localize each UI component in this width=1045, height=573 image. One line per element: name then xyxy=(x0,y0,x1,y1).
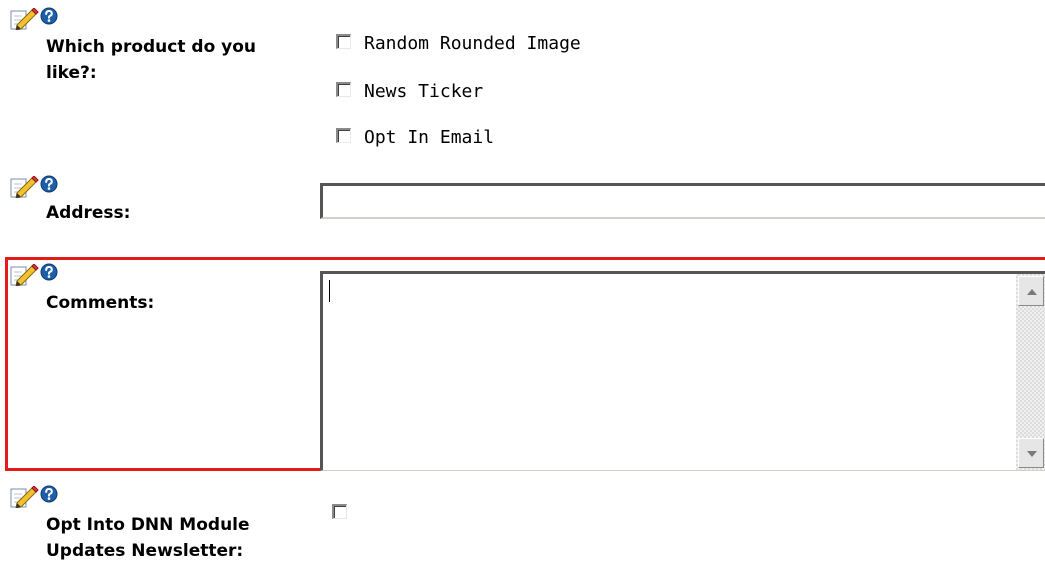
checkbox-opt-in-email[interactable] xyxy=(336,128,351,143)
pencil-edit-icon[interactable] xyxy=(10,264,40,286)
checkbox-news-ticker[interactable] xyxy=(336,82,351,97)
pencil-edit-icon[interactable] xyxy=(10,176,40,198)
pencil-edit-icon[interactable] xyxy=(10,8,40,30)
checkbox-newsletter-opt-in[interactable] xyxy=(332,504,347,519)
comments-label: Comments: xyxy=(46,293,155,313)
arrow-down-icon xyxy=(1027,451,1037,457)
option-label-random-rounded-image: Random Rounded Image xyxy=(364,33,581,54)
help-question-icon[interactable] xyxy=(40,263,58,281)
comments-field-icons xyxy=(10,264,70,286)
help-question-icon[interactable] xyxy=(40,7,58,25)
newsletter-field-icons xyxy=(10,486,70,508)
vertical-scrollbar[interactable] xyxy=(1016,274,1045,470)
scroll-up-button[interactable] xyxy=(1018,276,1044,306)
address-label: Address: xyxy=(46,203,131,223)
newsletter-label: Opt Into DNN Module Updates Newsletter: xyxy=(46,515,250,561)
address-field-icons xyxy=(10,176,70,198)
pencil-edit-icon[interactable] xyxy=(10,486,40,508)
help-question-icon[interactable] xyxy=(40,175,58,193)
text-caret xyxy=(329,280,330,302)
product-question-label: Which product do you like?: xyxy=(46,37,257,83)
product-field-icons xyxy=(10,8,70,30)
arrow-up-icon xyxy=(1027,289,1037,295)
help-question-icon[interactable] xyxy=(40,485,58,503)
checkbox-random-rounded-image[interactable] xyxy=(336,34,351,49)
option-label-news-ticker: News Ticker xyxy=(364,81,484,102)
comments-textarea[interactable] xyxy=(320,271,1045,471)
address-input[interactable] xyxy=(320,183,1045,219)
scroll-down-button[interactable] xyxy=(1018,438,1044,468)
option-label-opt-in-email: Opt In Email xyxy=(364,127,495,148)
